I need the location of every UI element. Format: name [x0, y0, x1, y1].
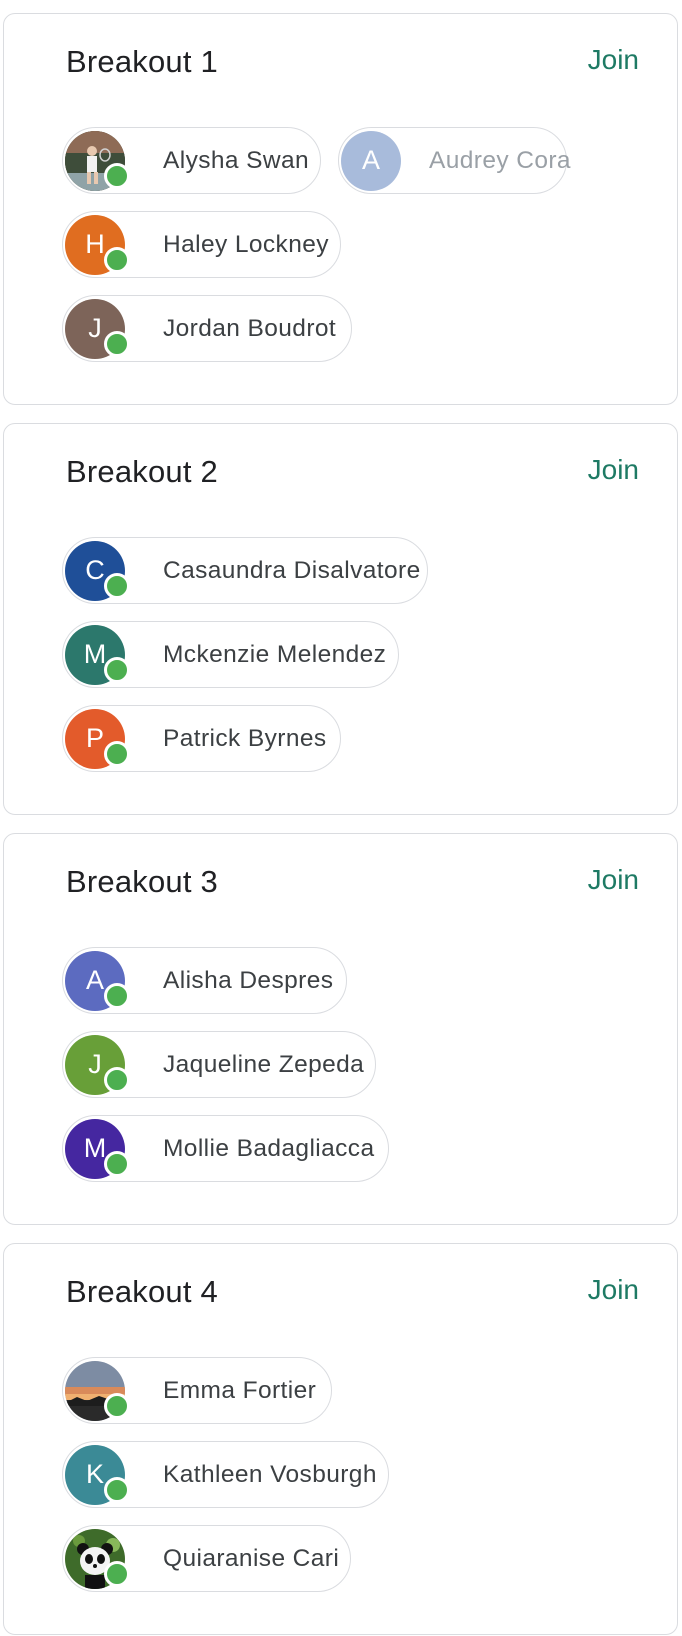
participant-chip[interactable]: J Jordan Boudrot: [62, 295, 352, 362]
participant-name: Emma Fortier: [163, 1376, 317, 1404]
breakout-room-card-4: Breakout 4 Join Emma Fortier K Kathleen …: [3, 1243, 678, 1635]
avatar: [65, 1360, 130, 1421]
avatar: M: [65, 1118, 130, 1179]
avatar: M: [65, 624, 130, 685]
participant-chip[interactable]: Quiaranise Cari: [62, 1525, 351, 1592]
avatar-initial: A: [85, 965, 104, 995]
participant-list: A Alisha Despres J Jaqueline Zepeda M Mo…: [62, 947, 652, 1199]
online-status-dot: [104, 656, 130, 683]
participant-chip[interactable]: A Alisha Despres: [62, 947, 347, 1014]
avatar: K: [65, 1444, 130, 1505]
avatar: [65, 130, 130, 191]
avatar-initial: K: [85, 1459, 104, 1489]
participant-chip[interactable]: M Mckenzie Melendez: [62, 621, 399, 688]
breakout-room-card-2: Breakout 2 Join C Casaundra Disalvatore: [3, 423, 678, 815]
participant-name: Alysha Swan: [163, 146, 310, 174]
participant-name: Jaqueline Zepeda: [163, 1050, 365, 1078]
avatar-initial: H: [85, 229, 105, 259]
participant-name: Casaundra Disalvatore: [163, 556, 421, 584]
participant-name: Audrey Cora: [429, 146, 571, 174]
participant-name: Quiaranise Cari: [163, 1544, 340, 1572]
participant-chip[interactable]: J Jaqueline Zepeda: [62, 1031, 376, 1098]
participant-name: Mollie Badagliacca: [163, 1134, 375, 1162]
online-status-dot: [104, 982, 130, 1009]
join-button[interactable]: Join: [588, 1274, 639, 1306]
participant-name: Patrick Byrnes: [163, 724, 327, 752]
participant-name: Kathleen Vosburgh: [163, 1460, 377, 1488]
room-title: Breakout 3: [66, 864, 218, 899]
participant-chip[interactable]: Emma Fortier: [62, 1357, 332, 1424]
participant-chip[interactable]: P Patrick Byrnes: [62, 705, 341, 772]
online-status-dot: [104, 740, 130, 767]
online-status-dot: [104, 1560, 130, 1587]
join-button[interactable]: Join: [588, 454, 639, 486]
participant-name: Haley Lockney: [163, 230, 329, 258]
online-status-dot: [104, 330, 130, 357]
avatar-initial: P: [85, 723, 104, 753]
online-status-dot: [104, 1392, 130, 1419]
participant-name: Mckenzie Melendez: [163, 640, 387, 668]
avatar-initial: J: [88, 1049, 102, 1079]
participant-name: Alisha Despres: [163, 966, 334, 994]
breakout-room-card-1: Breakout 1 Join Alysha Swan A Audrey Cor…: [3, 13, 678, 405]
avatar: J: [65, 1034, 130, 1095]
online-status-dot: [104, 1150, 130, 1177]
participant-list: Emma Fortier K Kathleen Vosburgh Quiaran…: [62, 1357, 652, 1609]
avatar-initial: M: [83, 639, 107, 669]
avatar: [65, 1528, 130, 1589]
participant-chip[interactable]: H Haley Lockney: [62, 211, 341, 278]
avatar-initial: M: [83, 1133, 107, 1163]
participant-chip[interactable]: C Casaundra Disalvatore: [62, 537, 428, 604]
avatar-initial: C: [85, 555, 105, 585]
online-status-dot: [104, 572, 130, 599]
avatar: J: [65, 298, 130, 359]
avatar: P: [65, 708, 130, 769]
room-title: Breakout 2: [66, 454, 218, 489]
participant-list: C Casaundra Disalvatore M Mckenzie Melen…: [62, 537, 652, 789]
avatar: H: [65, 214, 130, 275]
room-title: Breakout 4: [66, 1274, 218, 1309]
online-status-dot: [104, 1066, 130, 1093]
avatar-initial: A: [361, 145, 380, 175]
participant-chip[interactable]: A Audrey Cora: [338, 127, 571, 194]
avatar: C: [65, 540, 130, 601]
join-button[interactable]: Join: [588, 44, 639, 76]
avatar: A: [65, 950, 130, 1011]
participant-list: Alysha Swan A Audrey Cora H Haley Lockne…: [62, 127, 652, 379]
participant-chip[interactable]: M Mollie Badagliacca: [62, 1115, 389, 1182]
online-status-dot: [104, 246, 130, 273]
online-status-dot: [104, 1476, 130, 1503]
participant-chip[interactable]: K Kathleen Vosburgh: [62, 1441, 389, 1508]
join-button[interactable]: Join: [588, 864, 639, 896]
avatar-initial: J: [88, 313, 102, 343]
breakout-room-card-3: Breakout 3 Join A Alisha Despres J Jaque…: [3, 833, 678, 1225]
breakout-rooms-list: Breakout 1 Join Alysha Swan A Audrey Cor…: [3, 13, 678, 1635]
participant-name: Jordan Boudrot: [163, 314, 337, 342]
avatar: A: [341, 130, 401, 191]
room-title: Breakout 1: [66, 44, 218, 79]
online-status-dot: [104, 162, 130, 189]
participant-chip[interactable]: Alysha Swan: [62, 127, 321, 194]
